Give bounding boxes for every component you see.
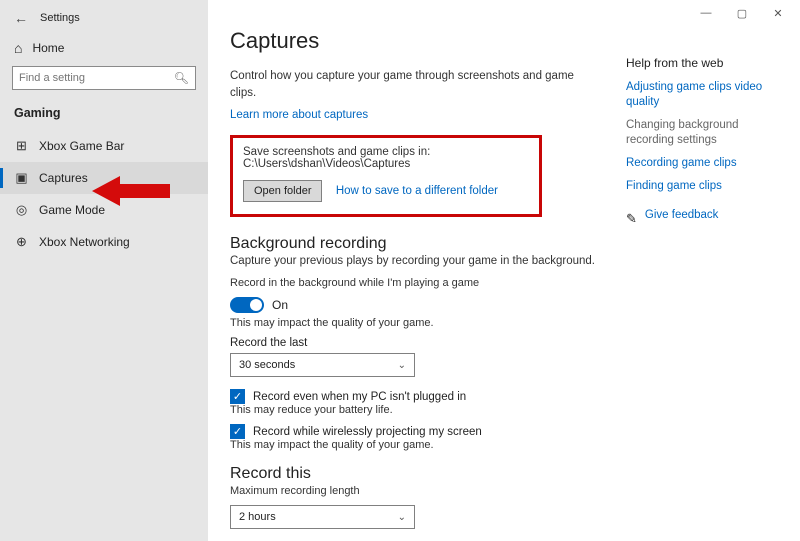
max-length-select[interactable]: 2 hours ⌄ <box>230 505 415 529</box>
wireless-checkbox[interactable]: ✓ <box>230 424 245 439</box>
feedback-label: Give feedback <box>645 208 719 223</box>
search-icon: 🔍︎ <box>174 71 189 85</box>
sidebar: ← Settings ⌂ Home 🔍︎ Gaming ⊞ Xbox Game … <box>0 0 208 541</box>
maximize-button[interactable]: ▢ <box>724 2 760 24</box>
background-heading: Background recording <box>230 235 602 253</box>
max-length-value: 2 hours <box>239 511 276 523</box>
search-input[interactable] <box>13 69 195 87</box>
help-title: Help from the web <box>626 56 788 70</box>
background-record-toggle[interactable] <box>230 297 264 313</box>
window-title: Settings <box>40 12 80 24</box>
sidebar-item-label: Xbox Game Bar <box>39 139 124 153</box>
learn-more-link[interactable]: Learn more about captures <box>230 109 368 121</box>
home-nav[interactable]: ⌂ Home <box>0 34 208 66</box>
change-folder-link[interactable]: How to save to a different folder <box>336 185 498 197</box>
minimize-button[interactable]: — <box>688 2 724 24</box>
sidebar-item-label: Captures <box>39 171 88 185</box>
help-link-finding[interactable]: Finding game clips <box>626 179 788 194</box>
toggle-hint: This may impact the quality of your game… <box>230 317 602 329</box>
help-pane: Help from the web Adjusting game clips v… <box>620 0 800 541</box>
help-link-bg-settings[interactable]: Changing background recording settings <box>626 118 788 148</box>
record-last-value: 30 seconds <box>239 359 295 371</box>
sidebar-item-xbox-networking[interactable]: ⊕ Xbox Networking <box>0 226 208 258</box>
plugged-checkbox[interactable]: ✓ <box>230 389 245 404</box>
home-icon: ⌂ <box>14 40 22 56</box>
main-pane: Captures Control how you capture your ga… <box>208 0 800 541</box>
open-folder-button[interactable]: Open folder <box>243 180 322 202</box>
back-arrow-icon[interactable]: ← <box>14 10 28 26</box>
sidebar-section-label: Gaming <box>0 102 208 130</box>
plugged-hint: This may reduce your battery life. <box>230 404 602 416</box>
chevron-down-icon: ⌄ <box>398 360 406 371</box>
titlebar: ← Settings <box>0 6 208 34</box>
save-location-box: Save screenshots and game clips in: C:\U… <box>230 135 542 217</box>
close-button[interactable]: ✕ <box>760 2 796 24</box>
capture-icon: ▣ <box>14 170 29 186</box>
xbox-icon: ⊞ <box>14 138 29 154</box>
feedback-icon: ✎ <box>626 211 637 227</box>
window-controls: — ▢ ✕ <box>688 2 796 24</box>
network-icon: ⊕ <box>14 234 29 250</box>
save-path-text: Save screenshots and game clips in: C:\U… <box>243 146 529 170</box>
toggle-label: Record in the background while I'm playi… <box>230 277 602 289</box>
page-title: Captures <box>230 28 602 54</box>
wireless-hint: This may impact the quality of your game… <box>230 439 602 451</box>
home-label: Home <box>32 41 64 55</box>
help-link-recording[interactable]: Recording game clips <box>626 156 788 171</box>
help-link-quality[interactable]: Adjusting game clips video quality <box>626 80 788 110</box>
plugged-label: Record even when my PC isn't plugged in <box>253 391 466 403</box>
give-feedback[interactable]: ✎ Give feedback <box>626 208 788 231</box>
record-last-select[interactable]: 30 seconds ⌄ <box>230 353 415 377</box>
gamemode-icon: ◎ <box>14 202 29 218</box>
wireless-label: Record while wirelessly projecting my sc… <box>253 426 482 438</box>
max-length-label: Maximum recording length <box>230 485 602 497</box>
sidebar-item-xbox-game-bar[interactable]: ⊞ Xbox Game Bar <box>0 130 208 162</box>
toggle-state: On <box>272 298 288 312</box>
chevron-down-icon: ⌄ <box>398 512 406 523</box>
content-area: Captures Control how you capture your ga… <box>208 0 620 541</box>
sidebar-item-label: Game Mode <box>39 203 105 217</box>
sidebar-item-game-mode[interactable]: ◎ Game Mode <box>0 194 208 226</box>
search-box[interactable]: 🔍︎ <box>12 66 196 90</box>
record-last-label: Record the last <box>230 337 602 349</box>
record-this-heading: Record this <box>230 465 602 483</box>
intro-text: Control how you capture your game throug… <box>230 68 590 101</box>
background-sub: Capture your previous plays by recording… <box>230 255 602 267</box>
sidebar-item-label: Xbox Networking <box>39 235 130 249</box>
sidebar-item-captures[interactable]: ▣ Captures <box>0 162 208 194</box>
